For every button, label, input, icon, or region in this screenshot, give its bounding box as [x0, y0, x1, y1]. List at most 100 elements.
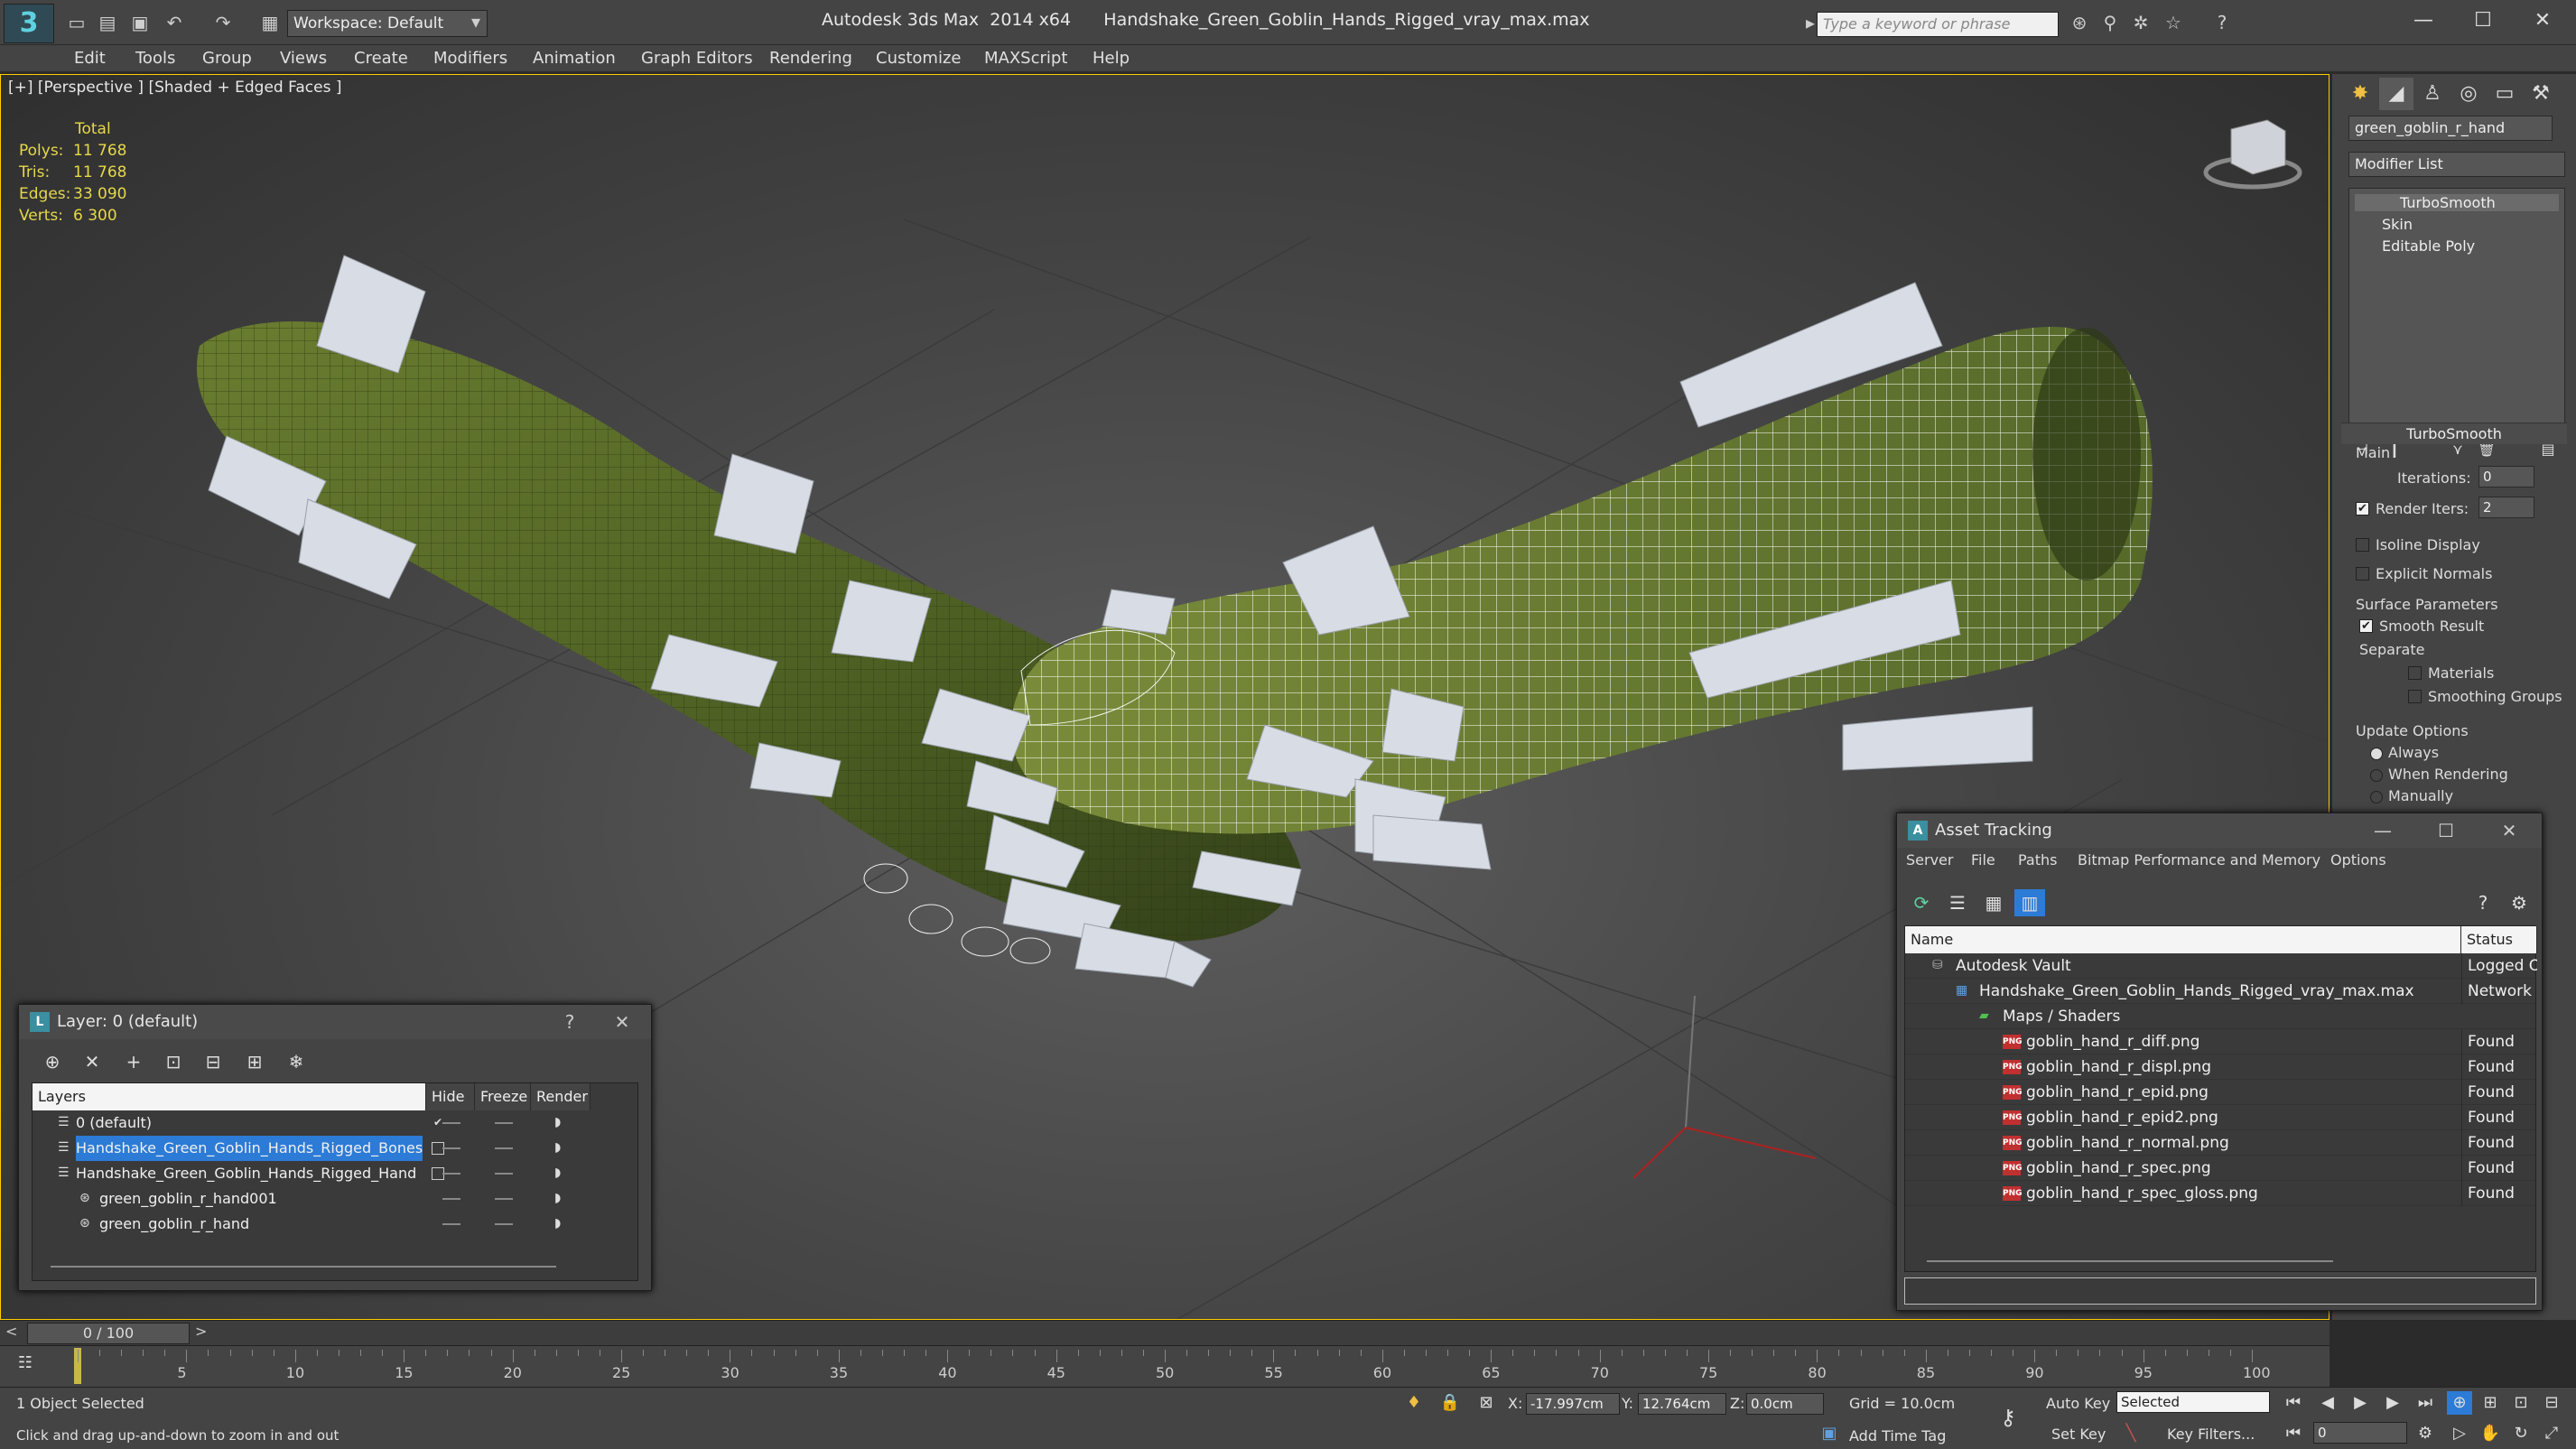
- menu-help[interactable]: Help: [1093, 49, 1130, 68]
- create-tab-icon[interactable]: ✸: [2343, 78, 2377, 110]
- asset-row[interactable]: ▦ Handshake_Green_Goblin_Hands_Rigged_vra…: [1905, 979, 2537, 1004]
- freeze-toggle[interactable]: [495, 1147, 513, 1149]
- minimize-icon[interactable]: —: [2365, 817, 2401, 844]
- add-to-layer-icon[interactable]: +: [118, 1048, 149, 1075]
- time-tag-icon[interactable]: ▣: [1817, 1422, 1842, 1445]
- manually-radio[interactable]: [2370, 791, 2383, 803]
- isolate-selection-icon[interactable]: ♦: [1401, 1391, 1427, 1415]
- time-slider-thumb[interactable]: 0 / 100: [27, 1323, 190, 1344]
- when-rendering-radio[interactable]: [2370, 769, 2383, 782]
- iterations-spinner[interactable]: 0: [2478, 466, 2534, 488]
- asset-row[interactable]: PNG goblin_hand_r_spec_gloss.png Found: [1905, 1181, 2535, 1206]
- render-teapot-icon[interactable]: ◗: [554, 1166, 569, 1179]
- app-menu-button[interactable]: 3: [4, 4, 54, 43]
- hierarchy-tab-icon[interactable]: ♙: [2415, 78, 2450, 110]
- layer-row[interactable]: ☰ Handshake_Green_Goblin_Hands_Rigged_Bon…: [33, 1136, 637, 1161]
- rollout-turbosmooth[interactable]: TurboSmooth: [2341, 423, 2567, 444]
- menu-bitmap-performance[interactable]: Bitmap Performance and Memory: [2078, 851, 2320, 868]
- layer-name[interactable]: green_goblin_r_hand001: [99, 1186, 277, 1212]
- menu-maxscript[interactable]: MAXScript: [984, 49, 1067, 68]
- stack-item-turbosmooth[interactable]: TurboSmooth: [2355, 194, 2559, 211]
- col-header-layers[interactable]: Layers: [33, 1083, 426, 1110]
- menu-server[interactable]: Server: [1906, 851, 1953, 868]
- menu-graph-editors[interactable]: Graph Editors: [641, 49, 753, 68]
- add-time-tag[interactable]: Add Time Tag: [1849, 1427, 1946, 1444]
- menu-edit[interactable]: Edit: [74, 49, 106, 68]
- layer-name[interactable]: 0 (default): [76, 1110, 152, 1136]
- highlight-layer-icon[interactable]: ⊟: [198, 1048, 228, 1075]
- asset-row[interactable]: ⛁ Autodesk Vault Logged O: [1905, 953, 2537, 979]
- explicit-normals-checkbox[interactable]: [2356, 567, 2369, 581]
- stack-item-editable-poly[interactable]: Editable Poly: [2382, 237, 2475, 255]
- set-key-filter-icon[interactable]: ╲: [2118, 1422, 2144, 1445]
- modify-tab-icon[interactable]: ◢: [2379, 78, 2413, 110]
- z-coordinate-field[interactable]: 0.0cm: [1746, 1393, 1824, 1415]
- close-icon[interactable]: ✕: [604, 1008, 640, 1036]
- delete-layer-icon[interactable]: ✕: [77, 1048, 107, 1075]
- asset-path-field[interactable]: [1904, 1277, 2536, 1305]
- layer-row[interactable]: ☰ Handshake_Green_Goblin_Hands_Rigged_Han…: [33, 1161, 637, 1186]
- auto-key-button[interactable]: Auto Key: [2046, 1395, 2110, 1412]
- minimize-icon[interactable]: —: [2396, 5, 2450, 38]
- col-header-render[interactable]: Render: [531, 1083, 591, 1110]
- maximize-viewport-icon[interactable]: ⤢: [2539, 1422, 2564, 1445]
- list-view-icon[interactable]: ☰: [1942, 889, 1973, 916]
- render-iters-checkbox[interactable]: ✔: [2356, 502, 2369, 516]
- set-key-button[interactable]: Set Key: [2051, 1426, 2106, 1443]
- zoom-extents-all-icon[interactable]: ⊟: [2539, 1391, 2564, 1415]
- col-header-name[interactable]: Name: [1905, 926, 2461, 953]
- menu-paths[interactable]: Paths: [2018, 851, 2057, 868]
- freeze-toggle[interactable]: [495, 1122, 513, 1124]
- prev-frame-icon[interactable]: <: [5, 1323, 17, 1340]
- pan-icon[interactable]: ✋: [2478, 1422, 2503, 1445]
- layer-name[interactable]: green_goblin_r_hand: [99, 1212, 249, 1237]
- maximize-icon[interactable]: ☐: [2456, 5, 2510, 38]
- new-file-icon[interactable]: ▭: [65, 12, 88, 33]
- hide-all-icon[interactable]: ⊞: [239, 1048, 270, 1075]
- render-iters-spinner[interactable]: 2: [2478, 497, 2534, 518]
- object-name-field[interactable]: green_goblin_r_hand: [2348, 116, 2553, 141]
- asset-row[interactable]: PNG goblin_hand_r_epid2.png Found: [1905, 1105, 2535, 1130]
- menu-file[interactable]: File: [1971, 851, 1995, 868]
- search-input[interactable]: Type a keyword or phrase: [1817, 12, 2059, 37]
- communication-icon[interactable]: ✲: [2129, 12, 2153, 33]
- menu-views[interactable]: Views: [280, 49, 327, 68]
- current-frame-field[interactable]: 0: [2313, 1422, 2407, 1444]
- close-icon[interactable]: ✕: [2491, 817, 2527, 844]
- hide-toggle[interactable]: [442, 1198, 460, 1200]
- menu-options[interactable]: Options: [2330, 851, 2386, 868]
- render-teapot-icon[interactable]: ◗: [554, 1217, 569, 1230]
- open-file-icon[interactable]: ▤: [96, 12, 119, 33]
- asset-row[interactable]: ▰ Maps / Shaders: [1905, 1004, 2535, 1029]
- next-frame-icon[interactable]: ▶: [2380, 1391, 2405, 1415]
- utilities-tab-icon[interactable]: ⚒: [2524, 78, 2558, 110]
- zoom-icon[interactable]: ⊕: [2447, 1391, 2472, 1415]
- selection-lock-icon[interactable]: 🔒: [1437, 1391, 1463, 1415]
- select-objects-icon[interactable]: ⊡: [158, 1048, 189, 1075]
- zoom-all-icon[interactable]: ⊞: [2478, 1391, 2503, 1415]
- key-mode-icon[interactable]: ⏮: [2281, 1422, 2306, 1445]
- help-icon[interactable]: ?: [2210, 12, 2234, 33]
- x-coordinate-field[interactable]: -17.997cm: [1526, 1393, 1620, 1415]
- track-bar[interactable]: ☷ 5 10 15 20 25 30 35 40 45 50 55 60 65 70 75 80 85 90 95 1…: [0, 1345, 2330, 1387]
- absolute-mode-icon[interactable]: ⊠: [1474, 1391, 1499, 1415]
- horizontal-scrollbar[interactable]: [1927, 1260, 2333, 1262]
- hide-toggle[interactable]: [442, 1223, 460, 1225]
- modifier-list-dropdown[interactable]: Modifier List: [2348, 152, 2565, 177]
- chevron-down-icon[interactable]: ▾: [464, 11, 488, 33]
- zoom-extents-icon[interactable]: ⊡: [2508, 1391, 2534, 1415]
- grid-view-icon[interactable]: ▥: [2014, 889, 2045, 916]
- table-view-icon[interactable]: ▦: [1978, 889, 2009, 916]
- go-to-start-icon[interactable]: ⏮: [2281, 1391, 2306, 1415]
- menu-animation[interactable]: Animation: [533, 49, 616, 68]
- col-header-freeze[interactable]: Freeze: [475, 1083, 531, 1110]
- layer-window-titlebar[interactable]: L Layer: 0 (default) ? ✕: [19, 1005, 651, 1039]
- asset-row[interactable]: PNG goblin_hand_r_displ.png Found: [1905, 1054, 2535, 1080]
- motion-tab-icon[interactable]: ◎: [2451, 78, 2486, 110]
- asset-window-titlebar[interactable]: A Asset Tracking — ☐ ✕: [1897, 813, 2542, 848]
- key-selection-dropdown[interactable]: Selected: [2116, 1391, 2270, 1413]
- hide-toggle[interactable]: [442, 1147, 460, 1149]
- previous-frame-icon[interactable]: ◀: [2315, 1391, 2340, 1415]
- menu-tools[interactable]: Tools: [135, 49, 175, 68]
- display-tab-icon[interactable]: ▭: [2488, 78, 2522, 110]
